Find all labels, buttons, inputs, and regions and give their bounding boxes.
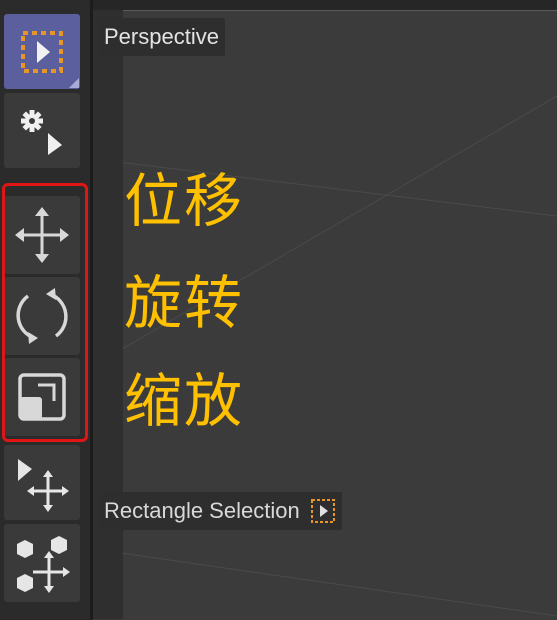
- transform-tool-button[interactable]: [4, 445, 80, 520]
- active-tool-label: Rectangle Selection: [98, 492, 342, 530]
- annotation-move: 位移: [124, 167, 245, 235]
- submenu-corner-indicator: [69, 78, 79, 88]
- rectangle-select-icon: [21, 30, 63, 73]
- live-selection-button[interactable]: [4, 93, 80, 168]
- rectangle-selection-button[interactable]: [4, 14, 80, 89]
- active-tool-text: Rectangle Selection: [104, 498, 300, 523]
- annotation-rotate: 旋转: [124, 269, 245, 337]
- cubes-move-icon: [17, 536, 70, 593]
- camera-label[interactable]: Perspective: [98, 18, 225, 56]
- transform-tools-highlight: [2, 183, 88, 442]
- placement-tool-button[interactable]: [4, 524, 80, 602]
- gear-cursor-icon: [21, 109, 62, 155]
- rectangle-select-icon: [310, 499, 335, 523]
- tool-palette: [0, 0, 90, 619]
- cursor-move-icon: [18, 458, 69, 512]
- annotation-scale: 缩放: [124, 367, 245, 435]
